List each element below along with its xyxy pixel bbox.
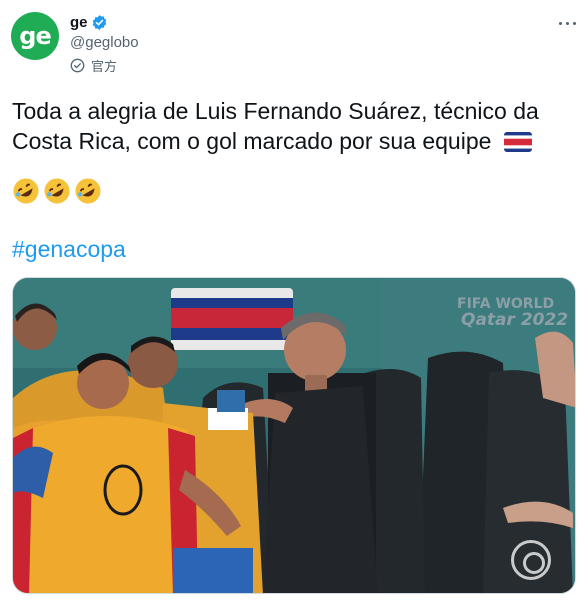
costa-rica-flag-icon: [503, 132, 532, 152]
author-handle[interactable]: @geglobo: [70, 34, 139, 51]
more-options-icon[interactable]: [550, 8, 584, 38]
tweet-text: Toda a alegria de Luis Fernando Suárez, …: [12, 96, 572, 156]
author-name-row: ge: [70, 12, 108, 32]
rolling-on-floor-laughing-icon: [75, 178, 101, 204]
broadcast-watermark: FIFA WORLD Qatar 2022: [457, 296, 569, 330]
rolling-on-floor-laughing-icon: [44, 178, 70, 204]
avatar[interactable]: ge: [11, 12, 59, 60]
verified-badge-icon: [92, 14, 106, 30]
rolling-on-floor-laughing-icon: [13, 178, 39, 204]
hashtag-link[interactable]: #genacopa: [12, 236, 126, 263]
emoji-row: [12, 177, 102, 205]
official-label-row: 官方: [70, 56, 117, 75]
globoplay-camera-icon: [511, 540, 551, 580]
display-name[interactable]: ge: [70, 14, 88, 31]
media-video[interactable]: FIFA WORLD Qatar 2022: [12, 277, 576, 594]
official-check-icon: [70, 58, 85, 73]
tweet-body: Toda a alegria de Luis Fernando Suárez, …: [12, 98, 539, 154]
tweet-header: ge ge @geglobo 官方: [0, 0, 588, 84]
watermark-line2: Qatar 2022: [461, 310, 569, 330]
official-label: 官方: [91, 59, 118, 74]
